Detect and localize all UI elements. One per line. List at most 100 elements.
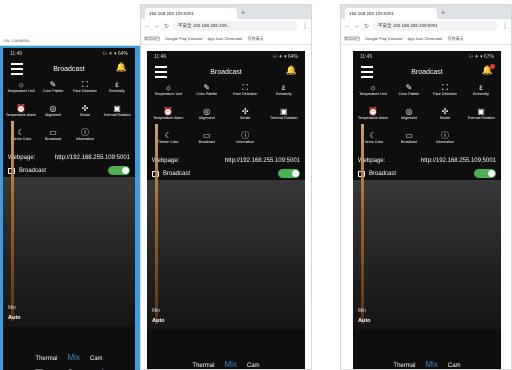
mode-cam[interactable]: Cam [90,356,103,362]
broadcast-toggle[interactable] [278,169,300,178]
menu-item-information[interactable]: ⓘ Information [69,127,101,151]
menu-item-label: Color Palette [196,92,218,96]
menu-item-emissivity[interactable]: ε Emissivity [101,79,133,103]
browser-tab[interactable]: 192.168.255.109:5001 [145,8,237,19]
more-icon[interactable]: ⋮ [502,23,508,30]
status-bar: 11:45 ⚇ ✈ ▾ 64% [3,48,135,59]
auto-button[interactable]: Auto [358,318,371,324]
menu-item-temperature-alarm[interactable]: ⏰ Temperature Alarm [5,103,37,127]
menu-item-temperature-unit[interactable]: ☼ Temperature Unit [5,79,37,103]
mode-mix[interactable]: Mix [224,360,236,369]
bell-icon[interactable]: 🔔 [116,62,127,73]
menu-item-label: Thermal Rotation [269,116,298,120]
more-icon[interactable]: ⋮ [302,23,308,30]
menu-item-color-palette[interactable]: ✎ Color Palette [391,82,427,106]
menu-item-face-detection[interactable]: ⛶ Face Detection [226,82,265,106]
address-bar[interactable]: 不安全 192.168.255.109... [173,21,298,31]
menu-item-broadcast[interactable]: ▭ Broadcast [37,127,69,151]
menu-item-thermal-rotation[interactable]: ▣ Thermal Rotation [265,106,304,130]
mode-mix[interactable]: Mix [67,353,79,362]
back-icon[interactable]: ← [344,23,350,29]
bookmark-item[interactable]: App Icon Generator [408,36,443,41]
mode-selector: Thermal Mix Cam [353,360,501,369]
bell-icon[interactable]: 🔔 [286,65,297,76]
menu-item-label: Temperature Unit [359,92,387,96]
auto-button[interactable]: Auto [152,318,165,324]
back-icon[interactable]: ← [144,23,150,29]
menu-item-theme-color[interactable]: ☾ Theme Color [5,127,37,151]
menu-item-emissivity[interactable]: ε Emissivity [265,82,304,106]
mode-thermal[interactable]: Thermal [393,363,415,369]
menu-item-label: Emissivity [275,92,292,96]
app-header: Broadcast 🔔 [147,62,305,82]
webpage-url[interactable]: http://192.168.255.109:5001 [421,158,496,164]
forward-icon[interactable]: → [354,23,360,29]
address-bar[interactable]: 不安全 192.168.255.109:5001 [373,21,498,31]
settings-menu: ☼ Temperature Unit ✎ Color Palette ⛶ Face D… [3,79,135,151]
menu-item-stroke[interactable]: ✣ Stroke [226,106,265,130]
bookmark-item[interactable]: Google Play Console [365,36,403,41]
menu-item-thermal-rotation[interactable]: ▣ Thermal Rotation [463,106,499,130]
phone-screen: 11:46 ⚇ ✈ ▾ 64% Broadcast 🔔 ☼ Temperature… [147,51,305,369]
new-tab-button[interactable]: + [441,8,445,19]
menu-item-information[interactable]: ⓘ Information [427,130,463,154]
mode-mix[interactable]: Mix [425,360,437,369]
reload-icon[interactable]: ↻ [364,23,369,30]
menu-icon[interactable] [11,63,23,75]
bookmark-item[interactable]: 写作演示 [248,36,264,42]
menu-item-color-palette[interactable]: ✎ Color Palette [37,79,69,103]
menu-item-information[interactable]: ⓘ Information [226,130,265,154]
bookmark-item[interactable]: App Icon Generator [208,36,243,41]
menu-item-broadcast[interactable]: ▭ Broadcast [391,130,427,154]
menu-item-alignment[interactable]: ◎ Alignment [37,103,69,127]
mode-thermal[interactable]: Thermal [192,363,214,369]
status-indicators: ⚇ ✈ ▾ 67% [468,53,494,60]
menu-item-stroke[interactable]: ✣ Stroke [427,106,463,130]
menu-item-broadcast[interactable]: ▭ Broadcast [188,130,227,154]
menu-item-thermal-rotation[interactable]: ▣ Thermal Rotation [101,103,133,127]
mode-cam[interactable]: Cam [247,363,260,369]
browser-tab[interactable]: 192.168.255.109:5001 [345,8,437,19]
auto-button[interactable]: Auto [8,315,21,321]
menu-item-color-palette[interactable]: ✎ Color Palette [188,82,227,106]
mode-thermal[interactable]: Thermal [35,356,57,362]
menu-icon[interactable] [155,66,167,78]
bookmark-item[interactable]: 常用项目 [344,36,360,42]
menu-item-label: Alignment [198,116,215,120]
menu-item-label: Theme Color [157,140,179,144]
webpage-url[interactable]: http://192.168.255.109:5001 [55,155,130,161]
range-slider[interactable] [155,124,158,324]
bookmark-item[interactable]: 常用项目 [144,36,160,42]
broadcast-toggle[interactable] [474,169,496,178]
status-time: 11:46 [154,53,167,60]
menu-item-face-detection[interactable]: ⛶ Face Detection [427,82,463,106]
bookmarks-bar: 常用项目 Google Play Console App Icon Genera… [341,33,511,45]
menu-item-face-detection[interactable]: ⛶ Face Detection [69,79,101,103]
menu-icon[interactable] [361,66,373,78]
app-title: Broadcast [210,68,242,76]
menu-item-emissivity[interactable]: ε Emissivity [463,82,499,106]
new-tab-button[interactable]: + [241,8,245,19]
menu-item-label: Temperature Alarm [153,116,184,120]
status-bar: 11:45 ⚇ ✈ ▾ 67% [353,51,501,62]
bookmark-item[interactable]: Google Play Console [165,36,203,41]
bookmark-item[interactable]: 写作演示 [448,36,464,42]
mode-selector: Thermal Mix Cam [147,360,305,369]
browser-window-panel: 192.168.255.109:5001 + ← → ↻ 不安全 192.168… [140,4,312,370]
menu-item-temperature-unit[interactable]: ☼ Temperature Unit [355,82,391,106]
forward-icon[interactable]: → [154,23,160,29]
menu-item-alignment[interactable]: ◎ Alignment [188,106,227,130]
range-slider[interactable] [11,121,14,321]
menu-item-stroke[interactable]: ✣ Stroke [69,103,101,127]
menu-item-temperature-unit[interactable]: ☼ Temperature Unit [149,82,188,106]
mode-cam[interactable]: Cam [448,363,461,369]
range-slider[interactable] [361,124,364,324]
menu-item-label: Emissivity [109,89,125,93]
insecure-label: 不安全 [178,23,192,28]
bell-icon[interactable]: 🔔 [482,64,495,76]
webpage-url[interactable]: http://192.168.255.109:5001 [225,158,300,164]
reload-icon[interactable]: ↻ [164,23,169,30]
broadcast-toggle[interactable] [108,166,130,175]
app-header: Broadcast 🔔 [353,62,501,82]
menu-item-alignment[interactable]: ◎ Alignment [391,106,427,130]
